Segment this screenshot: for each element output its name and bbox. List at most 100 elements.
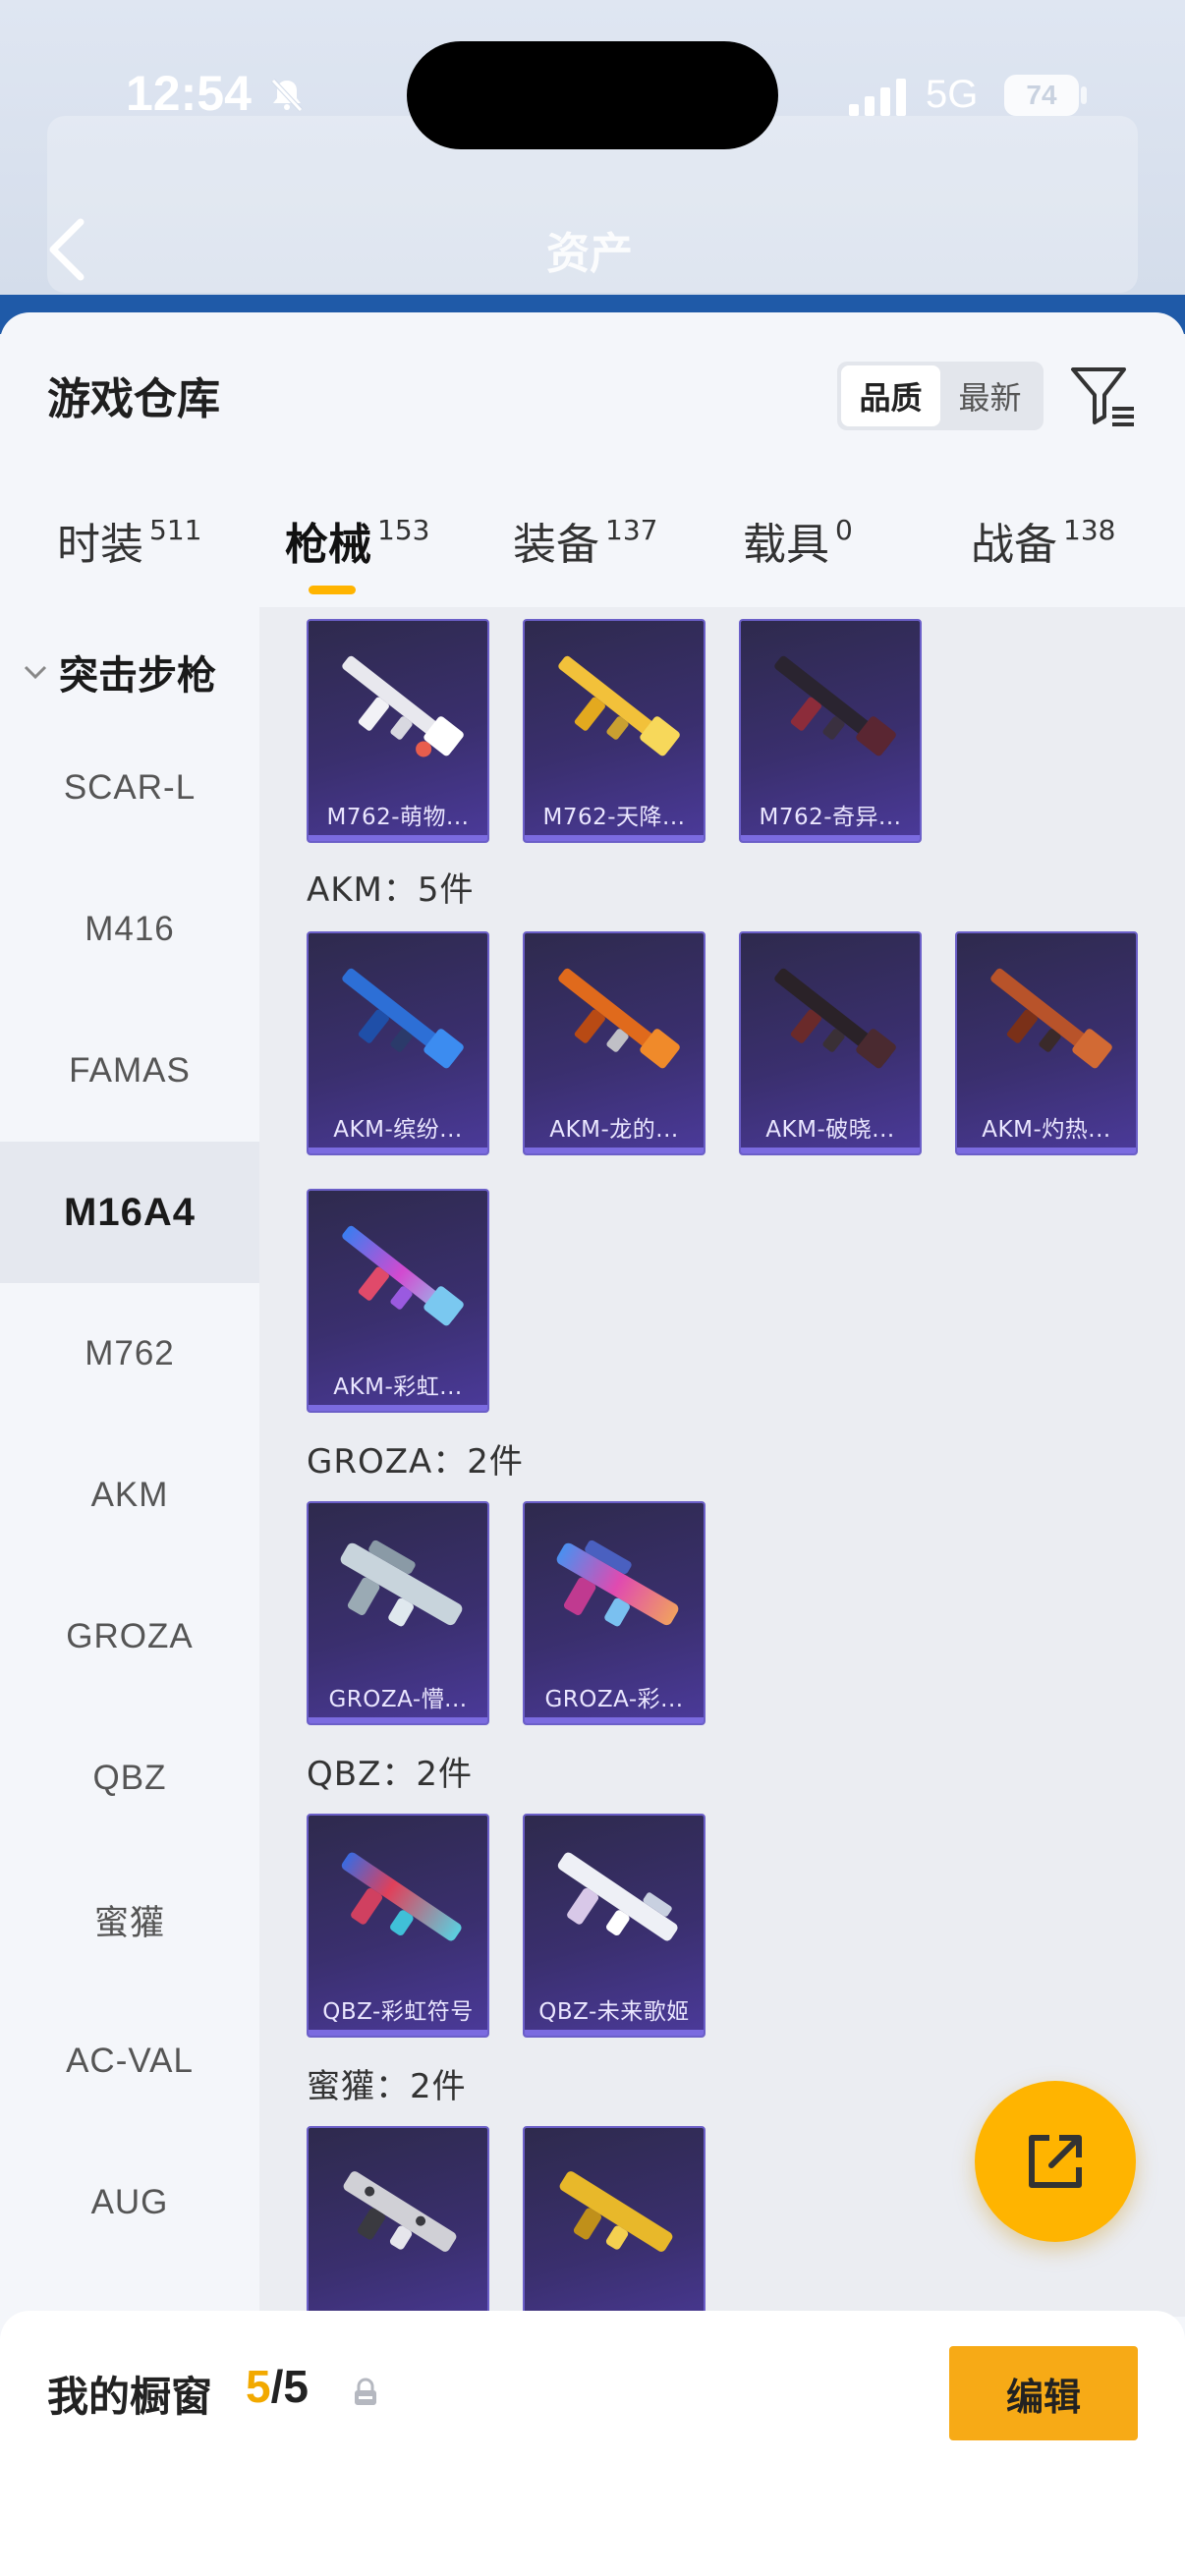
- showcase-bar: 我的橱窗 5/5 编辑: [0, 2311, 1185, 2576]
- rifle-white-icon: [342, 655, 464, 757]
- skin-name: GROZA-懵...: [328, 1687, 468, 1712]
- skin-name: M762-奇异...: [759, 805, 902, 830]
- sidebar-group-label: 突击步枪: [59, 653, 216, 699]
- rifle-black-red-icon: [774, 968, 896, 1069]
- group-label-honey-badger: 蜜獾：2件: [307, 2067, 467, 2106]
- bullpup-rainbow-icon: [341, 1852, 462, 1941]
- tab-combat-supplies[interactable]: 战备 138: [971, 509, 1115, 607]
- battery-tip: [1081, 86, 1087, 104]
- battery-icon: 74: [1004, 75, 1079, 116]
- tab-count: 511: [149, 514, 202, 546]
- skin-card[interactable]: GROZA-懵...: [307, 1501, 489, 1725]
- status-bar: 12:54 5G 74 资产: [0, 0, 1185, 281]
- back-arrow-icon[interactable]: [43, 216, 90, 283]
- skin-card[interactable]: [307, 2126, 489, 2317]
- skin-name: GROZA-彩...: [544, 1687, 684, 1712]
- tab-count: 0: [835, 514, 853, 546]
- rifle-orange-icon: [558, 968, 680, 1069]
- dynamic-island: [407, 41, 778, 149]
- category-tabs: 时装 511 枪械 153 装备 137 载具 0 战备 138: [0, 509, 1185, 607]
- sidebar-item-groza[interactable]: GROZA: [0, 1566, 259, 1708]
- sidebar-item-qbz[interactable]: QBZ: [0, 1708, 259, 1849]
- skin-name: M762-天降...: [542, 805, 686, 830]
- showcase-count-total: /5: [270, 2361, 309, 2412]
- skin-name: AKM-灼热...: [982, 1117, 1111, 1143]
- warehouse-sheet: 游戏仓库 品质 最新 时装 511 枪械 153 装备 137 载具 0 战备 138: [0, 312, 1185, 2576]
- tab-count: 153: [377, 514, 430, 546]
- weapon-skin-grid: M762-萌物... M762-天降... M762-奇异... AKM：5件 …: [259, 607, 1185, 2317]
- skin-name: AKM-破晓...: [765, 1117, 895, 1143]
- smg-white-camo-icon: [343, 2171, 457, 2252]
- skin-name: AKM-缤纷...: [333, 1117, 463, 1143]
- group-label-qbz: QBZ：2件: [307, 1755, 474, 1794]
- tab-label: 枪械: [285, 520, 371, 570]
- rifle-blue-icon: [342, 968, 464, 1069]
- skin-card[interactable]: [523, 2126, 705, 2317]
- sidebar-item-m762[interactable]: M762: [0, 1283, 259, 1425]
- sidebar-item-m416[interactable]: M416: [0, 859, 259, 1000]
- skin-name: AKM-龙的...: [549, 1117, 679, 1143]
- showcase-count: 5/5: [246, 2360, 309, 2413]
- lock-icon: [355, 2378, 376, 2405]
- tab-label: 战备: [971, 520, 1057, 570]
- rifle-gold-icon: [558, 655, 680, 756]
- skin-card[interactable]: AKM-破晓...: [739, 931, 922, 1155]
- status-time: 12:54: [126, 66, 252, 121]
- tab-fashion[interactable]: 时装 511: [57, 509, 201, 607]
- sort-newest-button[interactable]: 最新: [940, 365, 1040, 426]
- sort-toggle: 品质 最新: [837, 362, 1044, 430]
- skin-card[interactable]: M762-天降...: [523, 619, 705, 843]
- skin-card[interactable]: AKM-灼热...: [955, 931, 1138, 1155]
- network-type: 5G: [926, 73, 979, 116]
- skin-card[interactable]: QBZ-未来歌姬: [523, 1814, 705, 2038]
- tab-count: 138: [1063, 514, 1116, 546]
- bell-muted-icon: [271, 79, 303, 112]
- group-label-akm: AKM：5件: [307, 870, 475, 910]
- cellular-signal-icon: [849, 79, 906, 116]
- skin-card[interactable]: AKM-龙的...: [523, 931, 705, 1155]
- chevron-down-icon: [24, 665, 47, 680]
- skin-card[interactable]: AKM-缤纷...: [307, 931, 489, 1155]
- skin-name: AKM-彩虹...: [333, 1374, 463, 1400]
- sidebar-item-scar-l[interactable]: SCAR-L: [0, 717, 259, 859]
- rifle-copper-icon: [990, 968, 1112, 1069]
- skin-card[interactable]: M762-奇异...: [739, 619, 922, 843]
- sidebar-item-aug[interactable]: AUG: [0, 2132, 259, 2273]
- rifle-dark-red-icon: [774, 655, 896, 756]
- share-external-icon: [1029, 2135, 1082, 2188]
- sidebar-item-famas[interactable]: FAMAS: [0, 1000, 259, 1142]
- rifle-rainbow-icon: [342, 1225, 464, 1326]
- sidebar-item-ac-val[interactable]: AC-VAL: [0, 1990, 259, 2132]
- skin-card[interactable]: AKM-彩虹...: [307, 1189, 489, 1413]
- active-tab-indicator: [309, 586, 356, 594]
- bullpup-silver-icon: [340, 1540, 463, 1627]
- skin-card[interactable]: GROZA-彩...: [523, 1501, 705, 1725]
- share-button[interactable]: [975, 2081, 1136, 2242]
- sidebar-item-honey-badger[interactable]: 蜜獾: [0, 1849, 259, 1990]
- tab-equipment[interactable]: 装备 137: [513, 509, 657, 607]
- edit-button[interactable]: 编辑: [949, 2346, 1138, 2440]
- group-label-groza: GROZA：2件: [307, 1442, 524, 1482]
- showcase-count-current: 5: [246, 2361, 271, 2412]
- tab-count: 137: [605, 514, 658, 546]
- sheet-title: 游戏仓库: [47, 374, 220, 424]
- skin-name: QBZ-彩虹符号: [322, 1999, 474, 2025]
- sort-quality-button[interactable]: 品质: [841, 365, 940, 426]
- skin-name: QBZ-未来歌姬: [538, 1999, 690, 2025]
- tab-label: 载具: [743, 520, 829, 570]
- bullpup-white-icon: [557, 1852, 678, 1941]
- smg-gold-icon: [559, 2171, 673, 2252]
- tab-label: 装备: [513, 520, 599, 570]
- tab-label: 时装: [57, 520, 143, 570]
- skin-card[interactable]: M762-萌物...: [307, 619, 489, 843]
- sidebar-item-akm[interactable]: AKM: [0, 1425, 259, 1566]
- skin-card[interactable]: QBZ-彩虹符号: [307, 1814, 489, 2038]
- page-title: 资产: [546, 229, 633, 279]
- showcase-title: 我的橱窗: [47, 2373, 213, 2421]
- weapon-sidebar: 突击步枪 SCAR-L M416 FAMAS M16A4 M762 AKM GR…: [0, 607, 259, 2317]
- sidebar-item-m16a4[interactable]: M16A4: [0, 1142, 259, 1283]
- skin-name: M762-萌物...: [326, 805, 470, 830]
- tab-firearms[interactable]: 枪械 153: [285, 509, 429, 607]
- filter-icon[interactable]: [1069, 362, 1138, 430]
- tab-vehicles[interactable]: 载具 0: [743, 509, 853, 607]
